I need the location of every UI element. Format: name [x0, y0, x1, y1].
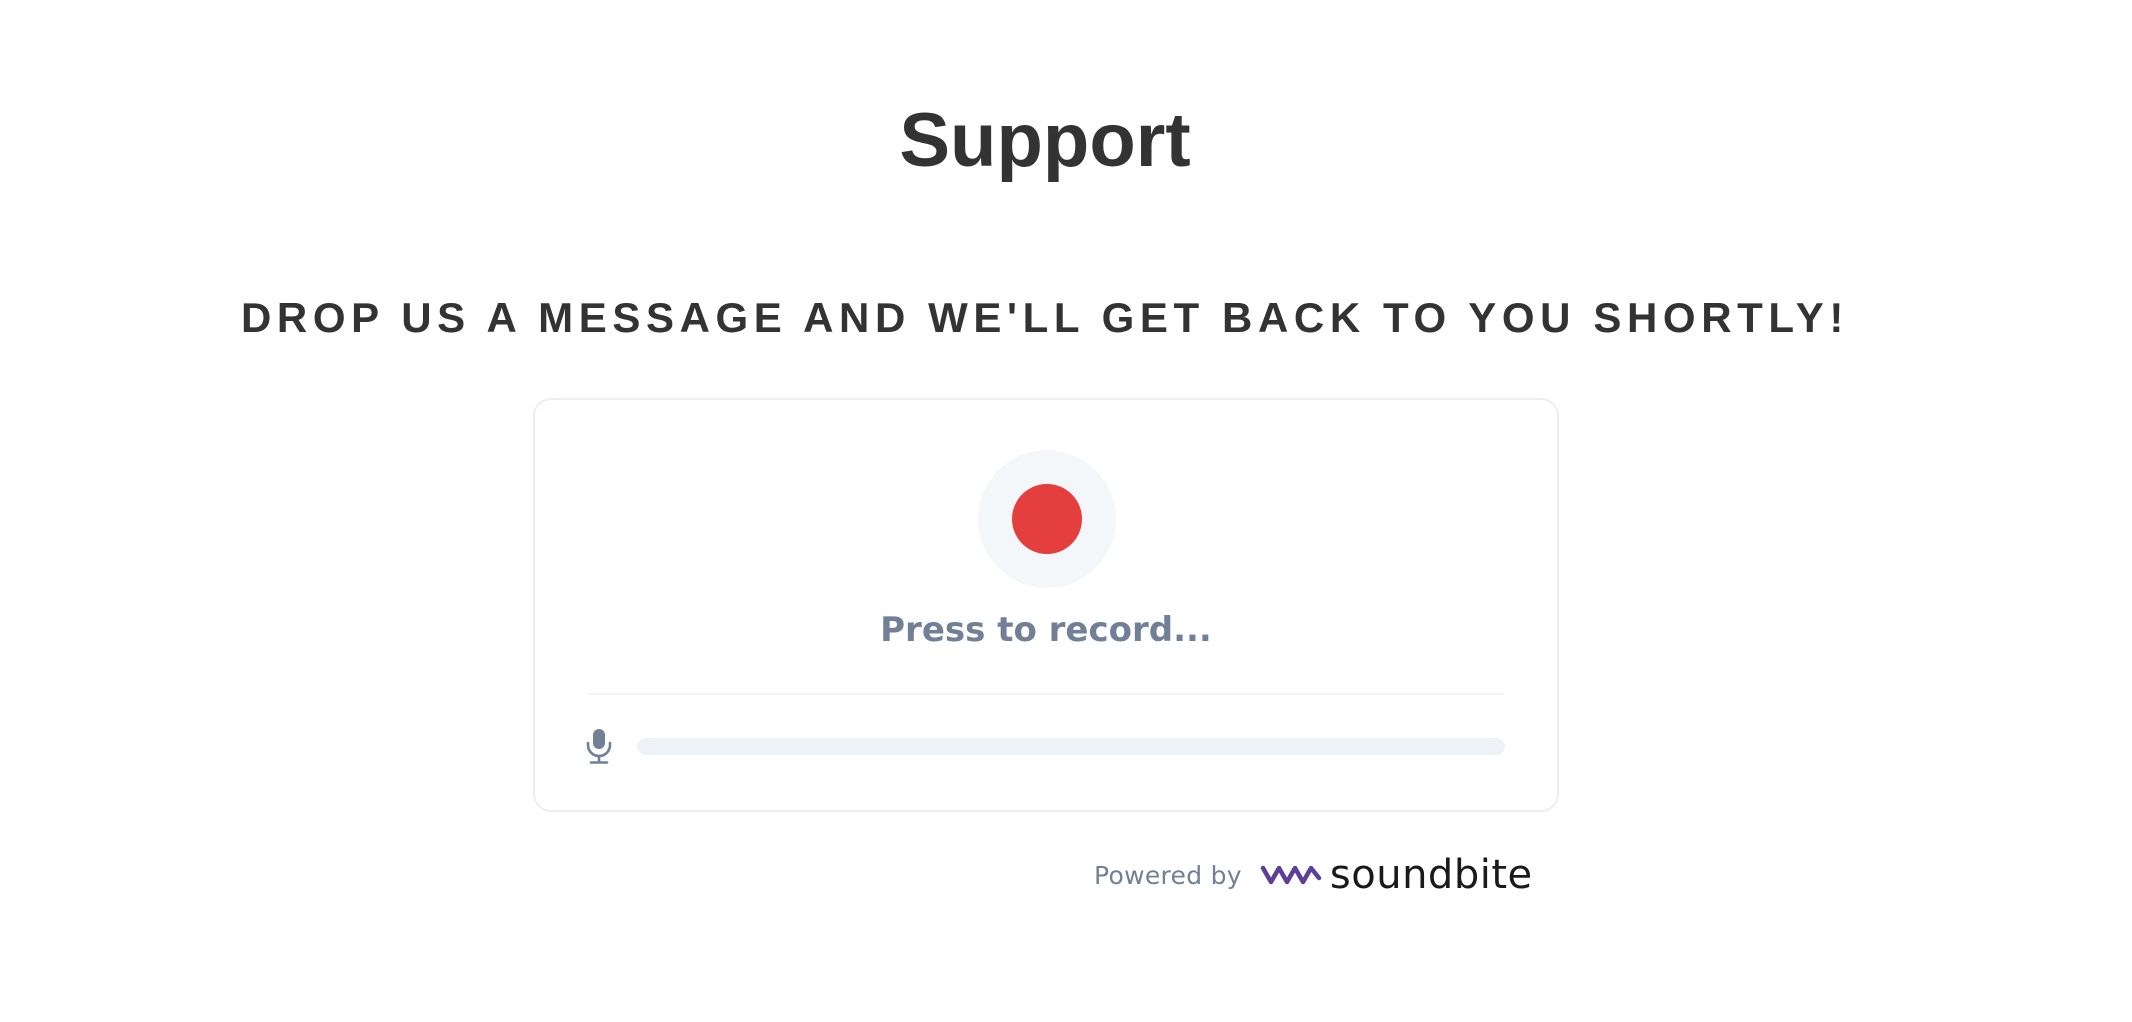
page-title: Support	[899, 98, 1191, 183]
brand-name: soundbite	[1329, 852, 1533, 898]
voice-recorder-widget: Press to record...	[533, 398, 1559, 812]
recording-progress-bar	[637, 738, 1505, 755]
record-status-label: Press to record...	[880, 610, 1212, 650]
record-button[interactable]	[978, 450, 1116, 588]
divider	[587, 693, 1505, 695]
powered-by-label: Powered by	[1094, 860, 1242, 890]
support-page: Support DROP US A MESSAGE AND WE'LL GET …	[0, 0, 2132, 1022]
microphone-icon	[586, 729, 612, 764]
soundbite-wave-logo	[1260, 865, 1322, 885]
page-subtitle: DROP US A MESSAGE AND WE'LL GET BACK TO …	[241, 294, 1849, 341]
powered-by-link[interactable]: Powered by soundbite	[1094, 852, 1533, 898]
record-dot-icon	[1012, 484, 1082, 554]
